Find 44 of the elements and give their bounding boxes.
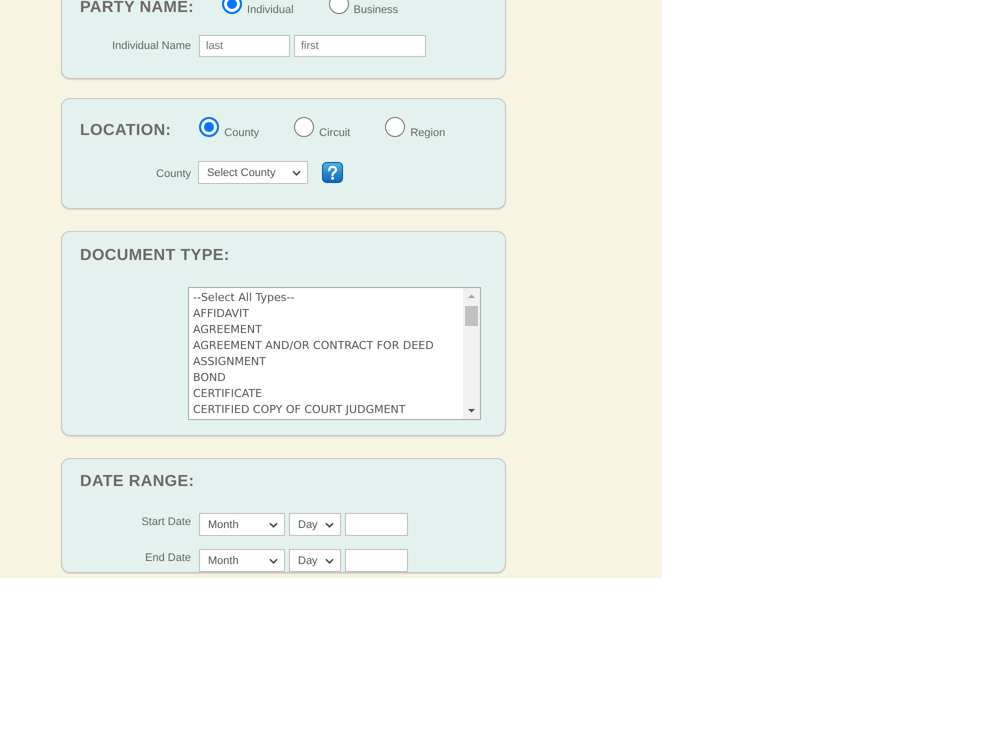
chevron-down-icon: [269, 558, 278, 564]
name-field[interactable]: last: [199, 35, 290, 57]
radio-button[interactable]: [199, 117, 220, 137]
chevron-down-icon: [325, 522, 334, 528]
document-type-list[interactable]: --Select All Types-- AFFIDAVIT AGREEMENT AGREEMENT AND/OR CONTRACT FOR DEED ASSIGNMENT BOND CERTIFICATE CERTIFIED COPY OF COURT JUDGMENT: [188, 287, 481, 420]
list-option[interactable]: CERTIFIED COPY OF COURT JUDGMENT: [193, 402, 459, 418]
list-option[interactable]: CERTIFICATE: [193, 386, 459, 402]
list-option[interactable]: BOND: [193, 370, 459, 386]
list-option[interactable]: --Select All Types--: [193, 290, 459, 306]
chevron-down-icon: [292, 170, 301, 176]
radio-button[interactable]: [328, 0, 349, 14]
radio-button[interactable]: [385, 117, 406, 137]
section-heading: LOCATION:: [80, 123, 172, 139]
month-select[interactable]: Month: [199, 513, 285, 536]
year-field[interactable]: [345, 549, 408, 572]
radio-button[interactable]: [222, 0, 242, 14]
scroll-thumb[interactable]: [465, 306, 478, 326]
field-label: End Date: [144, 552, 191, 564]
county-select[interactable]: Select County: [198, 161, 308, 184]
day-select[interactable]: Day: [289, 513, 341, 536]
help-icon[interactable]: [322, 162, 343, 183]
section-heading: DATE RANGE:: [80, 474, 194, 490]
list-option[interactable]: AGREEMENT: [193, 322, 459, 338]
radio-label[interactable]: Business: [354, 4, 398, 17]
day-select[interactable]: Day: [289, 549, 341, 572]
field-label: Start Date: [140, 516, 191, 528]
field-label: County: [155, 168, 191, 180]
chevron-down-icon: [325, 558, 334, 564]
radio-label[interactable]: Region: [410, 127, 446, 140]
month-select[interactable]: Month: [199, 549, 285, 572]
radio-button[interactable]: [294, 117, 314, 137]
list-option[interactable]: AGREEMENT AND/OR CONTRACT FOR DEED: [193, 338, 459, 354]
scrollbar[interactable]: [463, 288, 480, 419]
section-heading: PARTY NAME:: [80, 0, 194, 16]
list-option[interactable]: AFFIDAVIT: [193, 306, 459, 322]
section-heading: DOCUMENT TYPE:: [80, 248, 230, 264]
name-field[interactable]: first: [294, 35, 426, 57]
field-label: Individual Name: [111, 40, 191, 52]
radio-label[interactable]: County: [224, 127, 260, 140]
chevron-down-icon: [269, 522, 278, 528]
radio-label[interactable]: Circuit: [319, 127, 350, 140]
list-option[interactable]: ASSIGNMENT: [193, 354, 459, 370]
radio-label[interactable]: Individual: [247, 4, 294, 17]
year-field[interactable]: [345, 513, 408, 536]
